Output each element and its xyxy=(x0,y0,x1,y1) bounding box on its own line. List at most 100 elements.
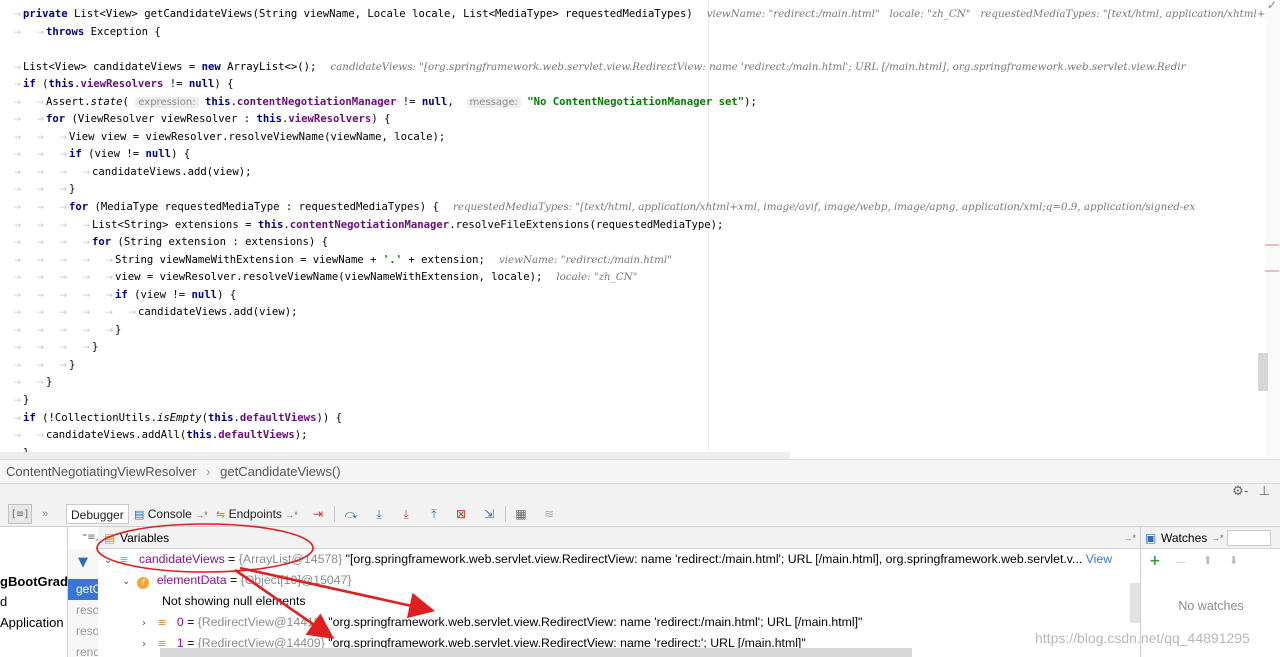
code-line[interactable]: → → → → →} xyxy=(0,322,121,340)
tab-debugger[interactable]: Debugger xyxy=(66,504,129,524)
indent-arrow: → xyxy=(82,273,90,283)
code-token: ); xyxy=(294,429,308,441)
code-line[interactable]: → if (this.viewResolvers != null) { xyxy=(0,76,233,94)
code-line[interactable]: → List<View> candidateViews = new ArrayLi… xyxy=(0,59,1185,77)
chevron-right-icon[interactable]: › xyxy=(142,634,154,655)
code-line[interactable]: →} xyxy=(0,392,29,410)
code-line[interactable]: → → → → for (String extension : extensions) … xyxy=(0,234,328,252)
code-line[interactable]: → if (!CollectionUtils.isEmpty(this.defau… xyxy=(0,410,342,428)
code-line[interactable]: → → for (ViewResolver viewResolver : this.… xyxy=(0,111,390,129)
frame-label[interactable]: d xyxy=(0,594,7,609)
code-token: != xyxy=(396,96,422,108)
editor-scroll-thumb[interactable] xyxy=(1258,353,1268,391)
step-out-icon[interactable]: ⤒ xyxy=(426,506,442,522)
code-token: ) { xyxy=(217,289,237,301)
code-line[interactable]: → → →} xyxy=(0,357,75,375)
code-line[interactable]: → → → → → String viewNameWithExtension = view… xyxy=(0,252,671,270)
indent-arrow: → xyxy=(105,326,113,336)
chevron-down-icon[interactable]: ⌄ xyxy=(122,571,134,592)
remove-watch-icon[interactable]: — xyxy=(1175,555,1186,568)
tab-console-pin[interactable]: →* xyxy=(195,510,208,520)
code-line[interactable]: → → throws Exception { xyxy=(0,24,160,42)
add-watch-icon[interactable]: + xyxy=(1149,553,1161,569)
editor-vertical-scrollbar[interactable]: ✓ xyxy=(1265,0,1280,459)
hide-panel-icon[interactable]: ⊥ xyxy=(1259,484,1270,499)
indent-arrow: → xyxy=(36,133,44,143)
variables-header: ▤ Variables →* xyxy=(98,527,1140,549)
view-link[interactable]: View xyxy=(1086,552,1112,566)
panel-divider[interactable] xyxy=(0,483,1280,501)
error-stripe-mark[interactable] xyxy=(1265,244,1279,246)
error-stripe-mark[interactable] xyxy=(1265,270,1279,272)
code-line[interactable]: → → → →} xyxy=(0,339,98,357)
tree-node[interactable]: ⌄ f elementData = {Object[10]@15047} xyxy=(122,570,352,591)
evaluate-expression-icon[interactable]: ▦ xyxy=(513,506,529,522)
show-execution-point-icon[interactable]: ⇥ xyxy=(310,506,326,522)
watches-dropdown[interactable] xyxy=(1227,530,1271,546)
indent-arrow: → xyxy=(36,150,44,160)
code-line[interactable]: → private List<View> getCandidateViews(St… xyxy=(0,6,1280,24)
run-to-cursor-icon[interactable]: ⇲ xyxy=(481,506,497,522)
force-step-into-icon[interactable]: ⤓ xyxy=(398,506,414,522)
code-token: '.' xyxy=(382,254,403,266)
tree-node[interactable]: › ≡ 0 = {RedirectView@14410} "org.spring… xyxy=(142,612,862,633)
step-over-icon[interactable]: ⤼ xyxy=(343,506,359,522)
frames-menu-icon[interactable]: ⁼≡, xyxy=(66,527,99,549)
variables-horizontal-scrollbar[interactable] xyxy=(160,648,912,657)
tree-node[interactable]: ⌄ ≡ candidateViews = {ArrayList@14578} "… xyxy=(104,549,1112,570)
code-token: )) { xyxy=(316,412,342,424)
indent-arrow: → xyxy=(36,326,44,336)
variables-tree[interactable]: ⌄ ≡ candidateViews = {ArrayList@14578} "… xyxy=(98,549,1140,657)
chevron-down-icon[interactable]: ⌄ xyxy=(104,550,116,571)
code-line[interactable]: → → → → → view = viewResolver.resolveViewName… xyxy=(0,269,637,287)
tab-console[interactable]: ▤ Console →* xyxy=(134,504,208,524)
frame-label[interactable]: Application xyxy=(0,615,64,630)
indent-arrow: → xyxy=(82,291,90,301)
trace-stream-icon[interactable]: ≋ xyxy=(541,506,557,522)
tree-info: Not showing null elements xyxy=(162,591,306,612)
code-line[interactable]: → → candidateViews.addAll(this.defaultView… xyxy=(0,427,308,445)
filter-icon[interactable]: ▼ xyxy=(78,555,88,570)
chevron-right-icon[interactable]: › xyxy=(142,613,154,634)
tab-endpoints-pin[interactable]: →* xyxy=(285,510,298,520)
code-line[interactable]: → → → for (MediaType requestedMediaType : r… xyxy=(0,199,1195,217)
overflow-icon[interactable]: » xyxy=(42,504,48,524)
drop-frame-icon[interactable]: ⊠ xyxy=(453,506,469,522)
code-token: Assert. xyxy=(46,96,91,108)
code-token: + extension; xyxy=(402,254,485,266)
code-editor[interactable]: → private List<View> getCandidateViews(St… xyxy=(0,0,1280,459)
editor-horizontal-scrollbar[interactable] xyxy=(0,452,790,459)
breadcrumb: ContentNegotiatingViewResolver › getCand… xyxy=(0,459,1280,483)
breadcrumb-method[interactable]: getCandidateViews() xyxy=(220,464,340,479)
code-line[interactable]: → → → → List<String> extensions = this.conte… xyxy=(0,217,723,235)
code-token: this xyxy=(205,96,231,108)
code-line[interactable]: → → → if (view != null) { xyxy=(0,146,190,164)
watches-pin-icon[interactable]: →* xyxy=(1211,527,1224,549)
gear-icon[interactable]: ⚙- ⊥ xyxy=(1232,484,1270,499)
code-token: } xyxy=(92,341,99,353)
restore-layout-icon[interactable]: [≡] xyxy=(8,504,33,524)
step-into-icon[interactable]: ⤓ xyxy=(371,506,387,522)
code-token: candidateViews.add(view); xyxy=(92,166,252,178)
watches-header: ▣ Watches →* xyxy=(1140,527,1280,549)
code-line[interactable]: → → → View view = viewResolver.resolveViewN… xyxy=(0,129,445,147)
move-up-icon[interactable]: ⬆ xyxy=(1203,554,1212,567)
code-line[interactable]: → → → → → if (view != null) { xyxy=(0,287,236,305)
code-line[interactable]: → → →} xyxy=(0,181,75,199)
variable-value: "[org.springframework.web.servlet.view.R… xyxy=(345,552,1083,566)
indent-arrow: → xyxy=(13,361,21,371)
indent-arrow: → xyxy=(13,80,21,90)
tab-endpoints[interactable]: ⇋ Endpoints →* xyxy=(216,504,298,524)
variables-pin-icon[interactable]: →* xyxy=(1123,527,1136,549)
info-text: Not showing null elements xyxy=(162,594,306,608)
thread-label[interactable]: gBootGradu xyxy=(0,574,76,589)
code-line[interactable]: → → → → candidateViews.add(view); xyxy=(0,164,251,182)
frames-panel[interactable]: gBootGradu d Application xyxy=(0,527,76,657)
code-line[interactable]: → →} xyxy=(0,374,52,392)
code-line[interactable]: → → → → → → candidateViews.add(view); xyxy=(0,304,297,322)
code-line[interactable]: → → Assert.state( expression: this.content… xyxy=(0,94,757,112)
variables-scrollbar[interactable] xyxy=(1130,583,1140,623)
breadcrumb-class[interactable]: ContentNegotiatingViewResolver xyxy=(6,464,197,479)
indent-arrow: → xyxy=(59,168,67,178)
move-down-icon[interactable]: ⬇ xyxy=(1229,554,1238,567)
